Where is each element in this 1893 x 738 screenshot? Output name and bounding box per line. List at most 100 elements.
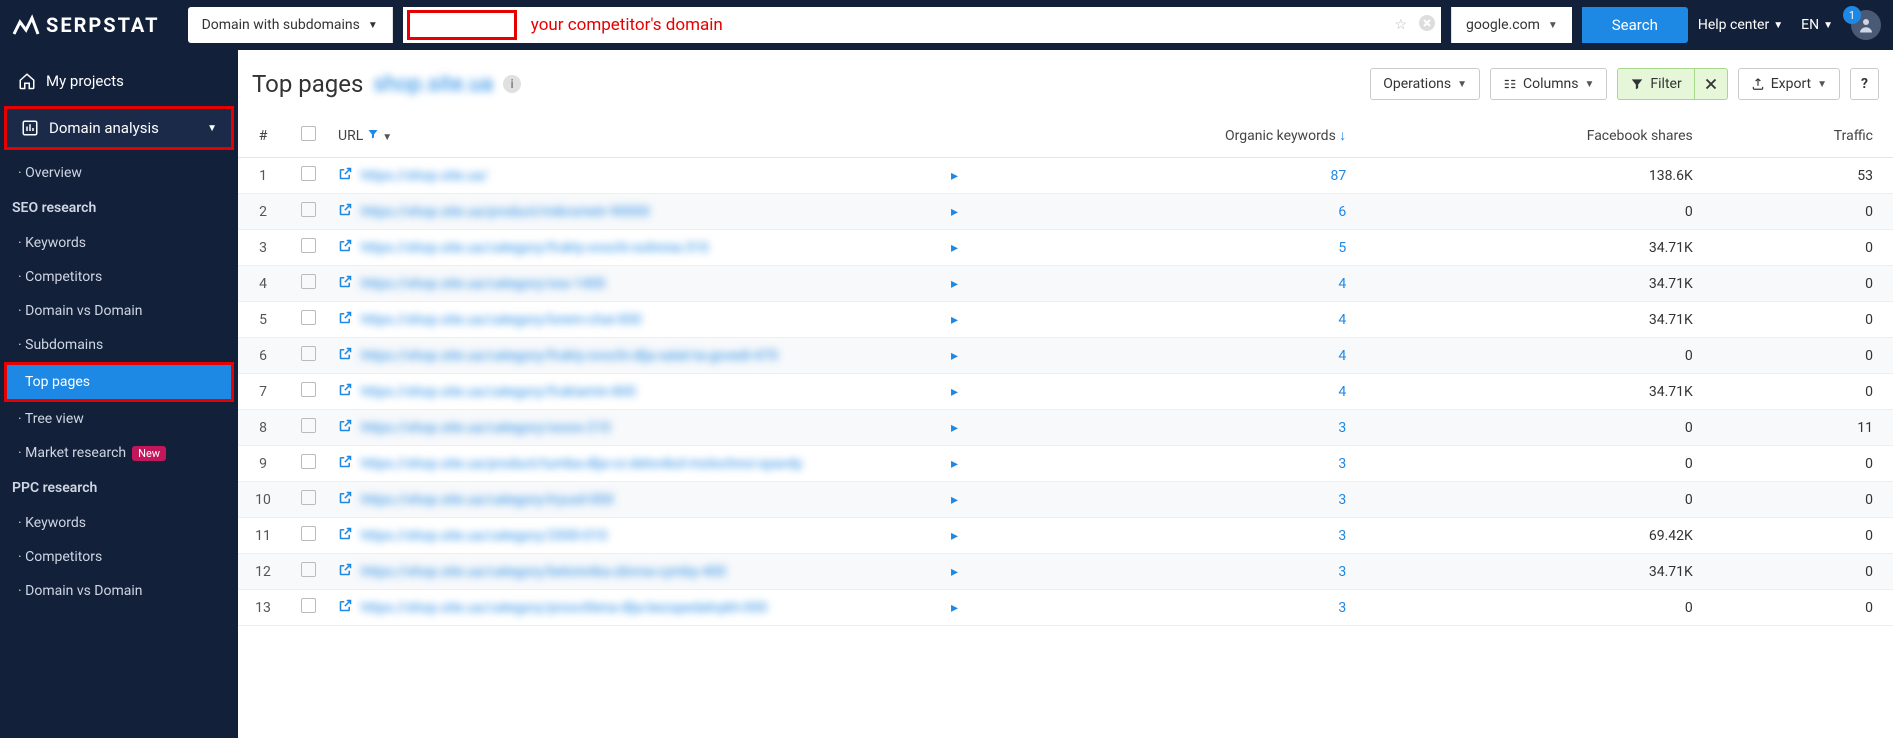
clear-icon[interactable] — [1419, 15, 1435, 35]
organic-value[interactable]: 3 — [1338, 456, 1346, 472]
row-checkbox[interactable] — [301, 562, 316, 577]
domain-input[interactable] — [407, 10, 517, 40]
export-button[interactable]: Export ▼ — [1738, 68, 1840, 100]
row-url[interactable]: https://shop.site.ua/category/betonnika-… — [361, 564, 726, 580]
organic-value[interactable]: 4 — [1338, 384, 1346, 400]
row-url[interactable]: https://shop.site.ua/product/tumba-dlja-… — [361, 456, 802, 472]
sidebar-ppc-keywords[interactable]: · Keywords — [0, 506, 238, 540]
row-url[interactable]: https://shop.site.ua/ — [361, 168, 488, 184]
col-traffic[interactable]: Traffic — [1703, 114, 1893, 158]
external-link-icon[interactable] — [338, 526, 353, 545]
expand-row-icon[interactable]: ▸ — [951, 348, 958, 364]
expand-row-icon[interactable]: ▸ — [951, 492, 958, 508]
external-link-icon[interactable] — [338, 346, 353, 365]
organic-value[interactable]: 3 — [1338, 420, 1346, 436]
organic-value[interactable]: 5 — [1338, 240, 1346, 256]
row-url[interactable]: https://shop.site.ua/category/xxxxx-210 — [361, 420, 611, 436]
row-url[interactable]: https://shop.site.ua/category/frukty-ovo… — [361, 348, 778, 364]
search-engine-selector[interactable]: google.com ▼ — [1451, 7, 1572, 43]
organic-value[interactable]: 4 — [1338, 312, 1346, 328]
organic-value[interactable]: 6 — [1338, 204, 1346, 220]
row-url[interactable]: https://shop.site.ua/category/sss-1400 — [361, 276, 605, 292]
row-url[interactable]: https://shop.site.ua/category/prosvitlen… — [361, 600, 767, 616]
sidebar-competitors[interactable]: · Competitors — [0, 260, 238, 294]
external-link-icon[interactable] — [338, 310, 353, 329]
help-center-link[interactable]: Help center ▼ — [1698, 17, 1783, 33]
external-link-icon[interactable] — [338, 166, 353, 185]
expand-row-icon[interactable]: ▸ — [951, 276, 958, 292]
sidebar-market-research[interactable]: · Market researchNew — [0, 436, 238, 470]
expand-row-icon[interactable]: ▸ — [951, 168, 958, 184]
expand-row-icon[interactable]: ▸ — [951, 528, 958, 544]
col-index[interactable]: # — [238, 114, 288, 158]
row-checkbox[interactable] — [301, 418, 316, 433]
row-url[interactable]: https://shop.site.ua/category/tryusil-00… — [361, 492, 614, 508]
row-checkbox[interactable] — [301, 202, 316, 217]
expand-row-icon[interactable]: ▸ — [951, 600, 958, 616]
row-checkbox[interactable] — [301, 454, 316, 469]
row-checkbox[interactable] — [301, 310, 316, 325]
help-button[interactable]: ? — [1850, 68, 1879, 100]
external-link-icon[interactable] — [338, 562, 353, 581]
row-checkbox[interactable] — [301, 346, 316, 361]
organic-value[interactable]: 4 — [1338, 348, 1346, 364]
col-organic-keywords[interactable]: Organic keywords ↓ — [968, 114, 1356, 158]
select-all-checkbox[interactable] — [301, 126, 316, 141]
clear-filter-button[interactable] — [1695, 68, 1728, 100]
sidebar-top-pages[interactable]: Top pages — [4, 362, 234, 402]
external-link-icon[interactable] — [338, 418, 353, 437]
external-link-icon[interactable] — [338, 238, 353, 257]
organic-value[interactable]: 3 — [1338, 600, 1346, 616]
external-link-icon[interactable] — [338, 598, 353, 617]
col-facebook-shares[interactable]: Facebook shares — [1356, 114, 1702, 158]
favorite-icon[interactable]: ☆ — [1394, 17, 1407, 33]
organic-value[interactable]: 87 — [1331, 168, 1347, 184]
expand-row-icon[interactable]: ▸ — [951, 240, 958, 256]
row-url[interactable]: https://shop.site.ua/category/fruktamin-… — [361, 384, 636, 400]
language-selector[interactable]: EN ▼ — [1801, 17, 1833, 33]
expand-row-icon[interactable]: ▸ — [951, 204, 958, 220]
sidebar-tree-view[interactable]: · Tree view — [0, 402, 238, 436]
row-checkbox[interactable] — [301, 598, 316, 613]
row-url[interactable]: https://shop.site.ua/category/2000-010 — [361, 528, 607, 544]
expand-row-icon[interactable]: ▸ — [951, 456, 958, 472]
columns-button[interactable]: Columns ▼ — [1490, 68, 1607, 100]
user-avatar[interactable]: 1 — [1851, 10, 1881, 40]
organic-value[interactable]: 3 — [1338, 564, 1346, 580]
sidebar-ppc-competitors[interactable]: · Competitors — [0, 540, 238, 574]
expand-row-icon[interactable]: ▸ — [951, 312, 958, 328]
info-icon[interactable]: i — [503, 75, 521, 93]
row-url[interactable]: https://shop.site.ua/category/lorem-chai… — [361, 312, 641, 328]
row-url[interactable]: https://shop.site.ua/category/frukty-ovo… — [361, 240, 709, 256]
sidebar-domain-vs-domain[interactable]: · Domain vs Domain — [0, 294, 238, 328]
expand-row-icon[interactable]: ▸ — [951, 564, 958, 580]
row-url[interactable]: https://shop.site.ua/product/mikrometr-9… — [361, 204, 650, 220]
sidebar-my-projects[interactable]: My projects — [0, 62, 238, 100]
sidebar-ppc-domain-vs-domain[interactable]: · Domain vs Domain — [0, 574, 238, 608]
external-link-icon[interactable] — [338, 490, 353, 509]
domain-scope-selector[interactable]: Domain with subdomains ▼ — [188, 7, 393, 43]
sidebar-domain-analysis[interactable]: Domain analysis ▼ — [7, 109, 231, 147]
row-checkbox[interactable] — [301, 274, 316, 289]
row-checkbox[interactable] — [301, 238, 316, 253]
search-button[interactable]: Search — [1582, 7, 1688, 43]
sidebar-subdomains[interactable]: · Subdomains — [0, 328, 238, 362]
row-checkbox[interactable] — [301, 490, 316, 505]
col-url[interactable]: URL ▼ — [328, 114, 968, 158]
external-link-icon[interactable] — [338, 274, 353, 293]
organic-value[interactable]: 4 — [1338, 276, 1346, 292]
sidebar-overview[interactable]: · Overview — [0, 156, 238, 190]
organic-value[interactable]: 3 — [1338, 528, 1346, 544]
brand-logo[interactable]: SERPSTAT — [12, 13, 160, 37]
operations-button[interactable]: Operations ▼ — [1370, 68, 1480, 100]
sidebar-keywords[interactable]: · Keywords — [0, 226, 238, 260]
expand-row-icon[interactable]: ▸ — [951, 420, 958, 436]
row-checkbox[interactable] — [301, 526, 316, 541]
row-checkbox[interactable] — [301, 166, 316, 181]
external-link-icon[interactable] — [338, 454, 353, 473]
filter-button[interactable]: Filter — [1617, 68, 1694, 100]
expand-row-icon[interactable]: ▸ — [951, 384, 958, 400]
organic-value[interactable]: 3 — [1338, 492, 1346, 508]
row-checkbox[interactable] — [301, 382, 316, 397]
external-link-icon[interactable] — [338, 202, 353, 221]
